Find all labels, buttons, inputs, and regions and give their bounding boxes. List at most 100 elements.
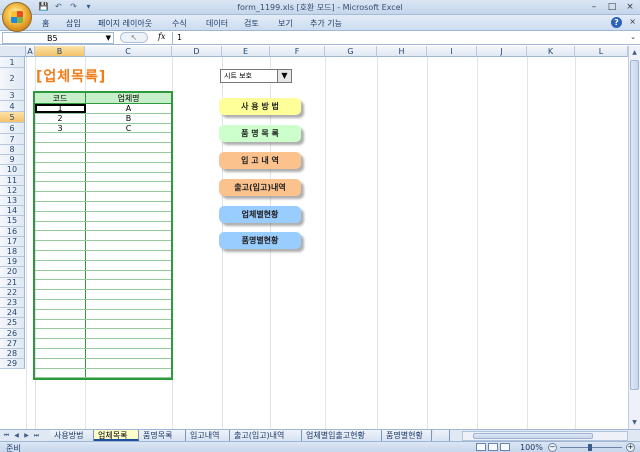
cell-code[interactable] [35, 162, 86, 172]
insert-sheet-icon[interactable] [434, 430, 450, 441]
row-header-7[interactable]: 7 [0, 134, 25, 145]
usage-guide-button[interactable]: 사 용 방 법 [219, 98, 301, 115]
row-header-21[interactable]: 21 [0, 277, 25, 288]
shipment-history-button[interactable]: 출고(입고)내역 [219, 179, 301, 196]
cell-code[interactable] [35, 368, 86, 378]
sheet-tab[interactable]: 품명목록 [139, 430, 186, 441]
close-workbook-icon[interactable]: × [629, 17, 636, 26]
table-row[interactable] [35, 368, 171, 379]
row-header-27[interactable]: 27 [0, 338, 25, 349]
cell-code[interactable] [35, 270, 86, 280]
cell-vendor-name[interactable] [86, 231, 171, 240]
table-row[interactable] [35, 339, 171, 349]
table-row[interactable] [35, 172, 171, 183]
cell-code[interactable] [35, 358, 86, 368]
column-header-h[interactable]: H [377, 46, 427, 57]
chevron-down-icon[interactable]: ▼ [106, 33, 111, 44]
table-row[interactable]: 1A [35, 104, 171, 114]
vertical-scroll-thumb[interactable] [630, 60, 639, 390]
horizontal-scroll-thumb[interactable] [473, 433, 593, 439]
row-header-2[interactable]: 2 [0, 68, 25, 90]
cell-vendor-name[interactable] [86, 300, 171, 309]
row-header-13[interactable]: 13 [0, 196, 25, 207]
table-row[interactable] [35, 192, 171, 202]
column-header-j[interactable]: J [477, 46, 527, 57]
column-header-e[interactable]: E [222, 46, 270, 57]
first-sheet-icon[interactable]: ⏮ [2, 431, 11, 441]
cell-vendor-name[interactable] [86, 163, 171, 172]
cell-vendor-name[interactable] [86, 241, 171, 250]
column-header-d[interactable]: D [172, 46, 222, 57]
row-header-9[interactable]: 9 [0, 155, 25, 166]
receipt-history-button[interactable]: 입 고 내 역 [219, 152, 301, 169]
column-header-f[interactable]: F [270, 46, 325, 57]
cell-code[interactable] [35, 290, 86, 299]
sheet-protect-dropdown[interactable]: 시트 보호 ▼ [220, 69, 292, 83]
scroll-down-icon[interactable]: ▼ [629, 417, 640, 428]
table-row[interactable] [35, 211, 171, 222]
zoom-in-button[interactable]: + [626, 443, 635, 452]
maximize-button[interactable]: □ [604, 1, 620, 13]
table-row[interactable] [35, 221, 171, 232]
column-header-a[interactable]: A [26, 46, 35, 57]
insert-function-button[interactable]: fx [158, 32, 165, 41]
table-row[interactable] [35, 250, 171, 261]
cell-code[interactable] [35, 329, 86, 339]
cell-code[interactable]: 3 [35, 123, 86, 133]
table-row[interactable] [35, 358, 171, 369]
cell-code[interactable]: 1 [35, 104, 86, 113]
cell-vendor-name[interactable] [86, 329, 171, 338]
select-all-corner[interactable] [0, 46, 26, 57]
sheet-tab[interactable]: 출고(입고)내역 [230, 430, 302, 441]
sheet-tab[interactable]: 품명별현황 [382, 430, 432, 441]
table-row[interactable]: 3C [35, 123, 171, 134]
tab-data[interactable]: 데이터 [206, 18, 228, 29]
table-row[interactable]: 2B [35, 113, 171, 124]
tab-add-ins[interactable]: 추가 기능 [310, 18, 342, 29]
header-code[interactable]: 코드 [35, 93, 86, 103]
cell-code[interactable] [35, 309, 86, 319]
zoom-level[interactable]: 100% [520, 443, 543, 452]
zoom-slider[interactable] [560, 444, 622, 451]
row-header-12[interactable]: 12 [0, 185, 25, 196]
column-header-l[interactable]: L [575, 46, 628, 57]
cell-code[interactable] [35, 152, 86, 162]
cell-code[interactable] [35, 192, 86, 201]
cell-code[interactable] [35, 221, 86, 231]
table-row[interactable] [35, 319, 171, 330]
scroll-up-icon[interactable]: ▲ [629, 47, 640, 58]
horizontal-scrollbar[interactable] [462, 431, 628, 441]
help-icon[interactable]: ? [611, 17, 622, 28]
row-header-6[interactable]: 6 [0, 123, 25, 134]
table-row[interactable] [35, 162, 171, 173]
column-header-b[interactable]: B [35, 46, 85, 57]
column-header-g[interactable]: G [325, 46, 377, 57]
chevron-down-icon[interactable]: ▼ [277, 70, 291, 82]
row-header-16[interactable]: 16 [0, 226, 25, 237]
column-header-k[interactable]: K [527, 46, 575, 57]
cell-vendor-name[interactable] [86, 192, 171, 201]
row-header-4[interactable]: 4 [0, 101, 25, 112]
row-header-17[interactable]: 17 [0, 236, 25, 247]
prev-sheet-icon[interactable]: ◀ [12, 431, 21, 441]
table-row[interactable] [35, 231, 171, 242]
table-row[interactable] [35, 270, 171, 281]
cell-code[interactable] [35, 201, 86, 211]
column-header-c[interactable]: C [85, 46, 172, 57]
office-button[interactable] [2, 2, 32, 32]
cell-vendor-name[interactable] [86, 339, 171, 348]
row-header-15[interactable]: 15 [0, 216, 25, 227]
vendor-status-button[interactable]: 업체별현황 [219, 206, 301, 223]
cell-vendor-name[interactable] [86, 290, 171, 299]
row-header-28[interactable]: 28 [0, 349, 25, 360]
cell-code[interactable] [35, 348, 86, 358]
row-header-25[interactable]: 25 [0, 318, 25, 329]
row-header-23[interactable]: 23 [0, 298, 25, 309]
row-header-14[interactable]: 14 [0, 206, 25, 217]
cell-vendor-name[interactable] [86, 202, 171, 211]
cell-code[interactable] [35, 319, 86, 329]
cell-vendor-name[interactable] [86, 182, 171, 191]
cell-vendor-name[interactable] [86, 349, 171, 358]
cell-code[interactable] [35, 260, 86, 270]
cell-vendor-name[interactable]: A [86, 104, 171, 113]
